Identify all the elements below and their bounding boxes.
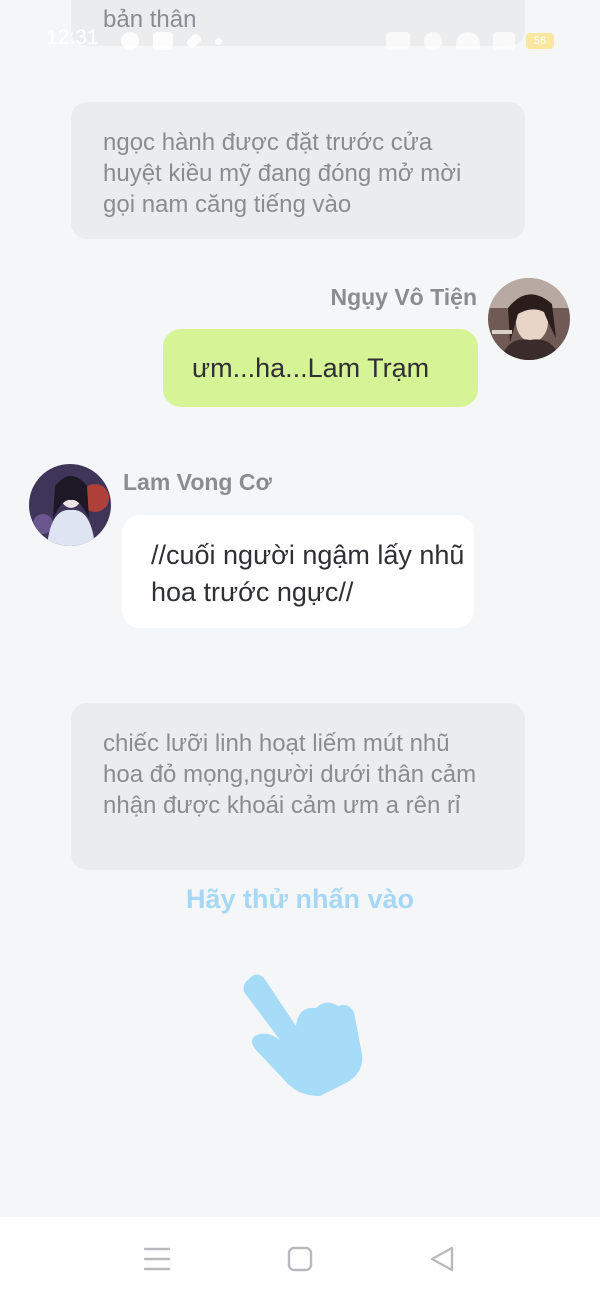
wifi-icon [456, 32, 480, 50]
alarm-icon [424, 32, 442, 50]
avatar-image [488, 278, 570, 360]
back-icon[interactable] [426, 1243, 458, 1275]
tap-hint-label[interactable]: Hãy thử nhấn vào [0, 884, 600, 915]
speech-bubble-left: //cuối người ngậm lấy nhũ hoa trước ngực… [122, 515, 474, 628]
notification-icon [185, 32, 203, 50]
zalo-icon [153, 32, 173, 50]
speaker-name-wei-wuxian: Ngụy Vô Tiện [330, 284, 477, 310]
more-dot-icon [215, 38, 222, 45]
avatar-lan-wangji[interactable] [29, 464, 111, 546]
avatar-wei-wuxian[interactable] [488, 278, 570, 360]
narration-text: chiếc lưỡi linh hoạt liếm mút nhũ hoa đỏ… [103, 730, 477, 819]
status-bar: 12:31 56 [0, 24, 600, 56]
facebook-icon [121, 32, 139, 50]
mute-icon [386, 32, 410, 50]
home-icon[interactable] [284, 1243, 316, 1275]
avatar-image [29, 464, 111, 546]
menu-icon[interactable] [141, 1243, 173, 1275]
navigation-bar [0, 1217, 600, 1300]
battery-level: 56 [533, 35, 547, 47]
speaker-name-lan-wangji: Lam Vong Cơ [123, 469, 272, 495]
speech-bubble-right: ưm...ha...Lam Trạm [163, 329, 478, 407]
narration-text: ngọc hành được đặt trước cửa huyệt kiều … [103, 129, 462, 218]
speech-text: //cuối người ngậm lấy nhũ hoa trước ngực… [151, 540, 465, 607]
speech-text: ưm...ha...Lam Trạm [192, 353, 430, 383]
narration-bubble: chiếc lưỡi linh hoạt liếm mút nhũ hoa đỏ… [71, 703, 525, 870]
battery-icon: 56 [526, 33, 554, 49]
tap-hand-icon[interactable] [230, 968, 370, 1098]
narration-bubble: ngọc hành được đặt trước cửa huyệt kiều … [71, 102, 525, 239]
signal-icon [493, 32, 515, 50]
status-time: 12:31 [46, 26, 99, 49]
